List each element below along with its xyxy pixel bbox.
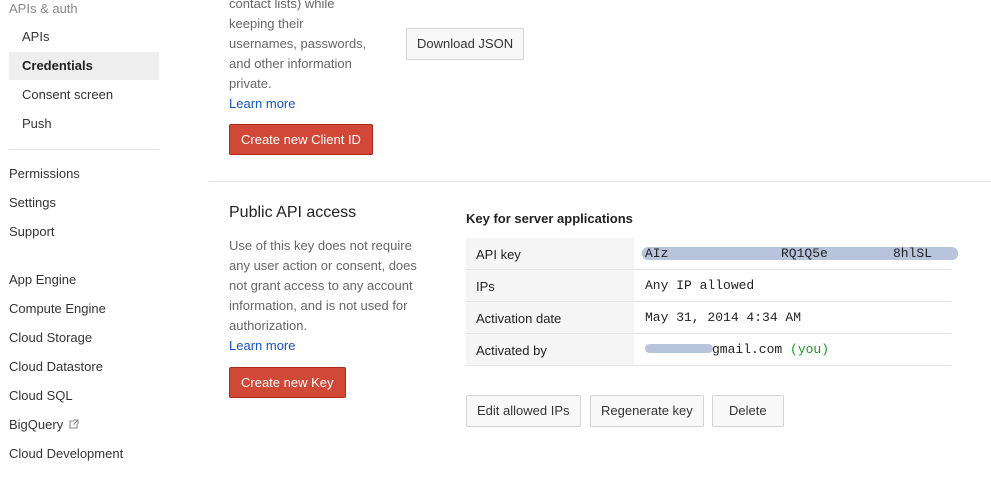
- public-api-description-line: not grant access to any account: [229, 278, 413, 293]
- redaction-overlay: [645, 344, 713, 353]
- oauth-learn-more-link[interactable]: Learn more: [229, 96, 295, 111]
- api-key-value-end: 8hlSL: [893, 246, 933, 261]
- delete-key-button[interactable]: Delete: [712, 395, 784, 427]
- oauth-description-line: private.: [229, 76, 272, 91]
- section-divider: [209, 181, 991, 182]
- oauth-description-line: and other information: [229, 56, 352, 71]
- key-row-ips: IPs Any IP allowed: [466, 270, 951, 302]
- public-api-description-line: information, and is not used for: [229, 298, 408, 313]
- sidebar-item-push[interactable]: Push: [9, 110, 159, 138]
- activated-by-value: gmail.com (you): [712, 334, 829, 365]
- sidebar-item-label: BigQuery: [9, 417, 64, 432]
- public-api-description: Use of this key does not require any use…: [229, 236, 429, 336]
- activated-by-email: gmail.com: [712, 342, 783, 357]
- activation-date-value: May 31, 2014 4:34 AM: [645, 310, 802, 325]
- public-api-description-line: Use of this key does not require: [229, 238, 412, 253]
- you-label: (you): [790, 342, 830, 357]
- sidebar-nav: APIs & auth APIs Credentials Consent scr…: [0, 0, 170, 485]
- key-row-activation-date: Activation date May 31, 2014 4:34 AM: [466, 302, 951, 334]
- download-json-button[interactable]: Download JSON: [406, 28, 525, 60]
- edit-allowed-ips-button[interactable]: Edit allowed IPs: [466, 395, 581, 427]
- oauth-description: contact lists) while keeping their usern…: [229, 0, 429, 94]
- sidebar-item-cloud-sql[interactable]: Cloud SQL: [9, 382, 159, 410]
- regenerate-key-button[interactable]: Regenerate key: [590, 395, 704, 427]
- key-table: API key AIz RQ1Q5e 8hlSL IPs Any IP allo…: [466, 238, 958, 366]
- oauth-description-line: usernames, passwords,: [229, 36, 367, 51]
- key-row-label: IPs: [466, 270, 634, 301]
- sidebar-item-consent-screen[interactable]: Consent screen: [9, 81, 159, 109]
- ips-value: Any IP allowed: [645, 278, 755, 293]
- sidebar-item-apis[interactable]: APIs: [9, 23, 159, 51]
- create-new-key-button[interactable]: Create new Key: [229, 367, 346, 398]
- external-link-icon: [69, 419, 79, 429]
- public-api-description-line: any user action or consent, does: [229, 258, 417, 273]
- key-row-label: API key: [466, 238, 634, 269]
- public-api-description-line: authorization.: [229, 318, 308, 333]
- key-row-activated-by: Activated by gmail.com (you): [466, 334, 951, 366]
- sidebar-item-bigquery[interactable]: BigQuery: [9, 411, 159, 439]
- api-key-value-start: AIz: [645, 246, 669, 261]
- create-client-id-button[interactable]: Create new Client ID: [229, 124, 373, 155]
- sidebar-item-cloud-datastore[interactable]: Cloud Datastore: [9, 353, 159, 381]
- page: APIs & auth APIs Credentials Consent scr…: [0, 0, 991, 485]
- sidebar-item-permissions[interactable]: Permissions: [9, 160, 159, 188]
- key-row-api-key: API key AIz RQ1Q5e 8hlSL: [466, 238, 958, 270]
- sidebar-item-support[interactable]: Support: [9, 218, 159, 246]
- sidebar-section-header: APIs & auth: [9, 1, 78, 16]
- key-row-label: Activation date: [466, 302, 634, 333]
- sidebar-divider: [9, 149, 159, 150]
- sidebar-item-credentials[interactable]: Credentials: [9, 52, 159, 80]
- key-section-title: Key for server applications: [466, 211, 633, 226]
- key-row-label: Activated by: [466, 334, 634, 365]
- sidebar-item-cloud-development[interactable]: Cloud Development: [9, 440, 159, 468]
- public-api-learn-more-link[interactable]: Learn more: [229, 338, 295, 353]
- public-api-title: Public API access: [229, 204, 357, 221]
- sidebar-item-settings[interactable]: Settings: [9, 189, 159, 217]
- oauth-description-line: keeping their: [229, 16, 304, 31]
- sidebar-item-cloud-storage[interactable]: Cloud Storage: [9, 324, 159, 352]
- api-key-value-middle: RQ1Q5e: [781, 246, 828, 261]
- sidebar-item-compute-engine[interactable]: Compute Engine: [9, 295, 159, 323]
- oauth-description-line: contact lists) while: [229, 0, 335, 11]
- sidebar-item-app-engine[interactable]: App Engine: [9, 266, 159, 294]
